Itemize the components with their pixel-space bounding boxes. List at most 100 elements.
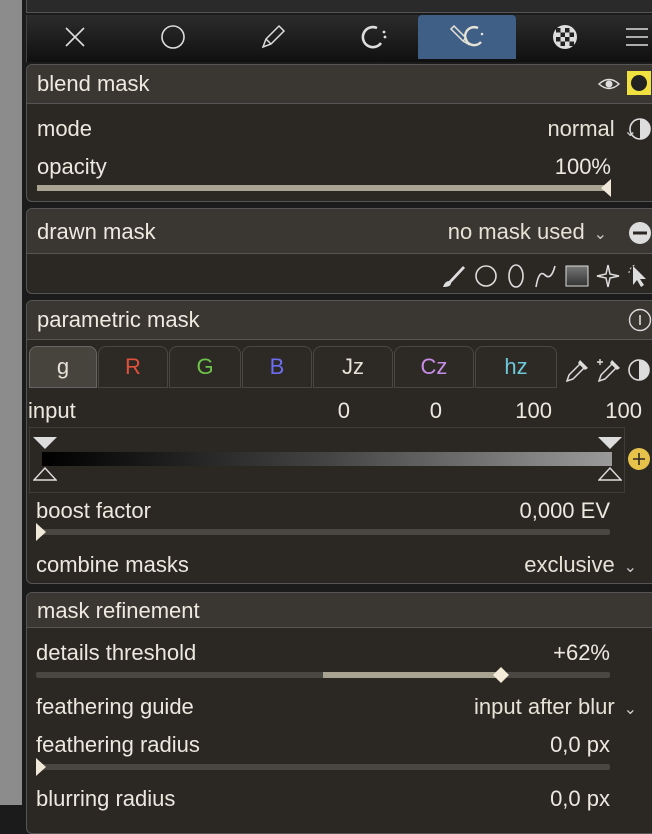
- channel-tab-hz[interactable]: hz: [475, 346, 557, 388]
- channel-tab-b[interactable]: B: [242, 346, 312, 388]
- display-mask-toggle[interactable]: [627, 71, 651, 95]
- channel-label: hz: [504, 354, 528, 379]
- channel-label: Jz: [342, 354, 364, 379]
- mask-circle-icon: [631, 75, 647, 91]
- feathering-radius-handle[interactable]: [36, 758, 46, 776]
- input-value-1: 0: [337, 398, 350, 423]
- blurring-radius-value: 0,0 px: [550, 786, 610, 811]
- range-bottom-left-marker[interactable]: [33, 467, 57, 481]
- menu-icon: [626, 28, 648, 46]
- channel-tab-g[interactable]: g: [29, 346, 97, 388]
- opacity-slider-fill: [37, 185, 611, 191]
- drawn-mask-value: no mask used: [447, 219, 585, 244]
- opacity-label: opacity: [37, 154, 107, 179]
- boost-factor-label: boost factor: [36, 498, 151, 523]
- chevron-down-icon: ⌄: [619, 559, 637, 576]
- channel-label: B: [269, 354, 285, 379]
- channel-label: R: [125, 354, 141, 379]
- tab-off[interactable]: [57, 15, 93, 59]
- tab-uniform[interactable]: [153, 15, 193, 59]
- tab-drawn[interactable]: [253, 15, 293, 59]
- details-threshold-value: +62%: [553, 640, 610, 665]
- tab-menu[interactable]: [624, 15, 650, 59]
- mask-refinement-header[interactable]: mask refinement: [27, 593, 652, 628]
- path-shape-icon[interactable]: [533, 263, 559, 289]
- range-top-left-marker[interactable]: [33, 437, 57, 451]
- channel-tab-cz[interactable]: Cz: [394, 346, 474, 388]
- drawn-mask-dropdown[interactable]: no mask used ⌄: [407, 219, 607, 245]
- brush-icon[interactable]: [441, 263, 467, 289]
- shape-toolbar: [441, 263, 652, 289]
- tab-raster[interactable]: [351, 15, 395, 59]
- top-panel-edge: [26, 0, 652, 13]
- boost-factor-value: 0,000 EV: [519, 498, 610, 523]
- chevron-down-icon: ⌄: [619, 701, 637, 718]
- ellipse-shape-icon[interactable]: [505, 263, 527, 289]
- channel-tab-r[interactable]: R: [98, 346, 168, 388]
- mode-dropdown[interactable]: normal ⌄: [497, 116, 637, 142]
- mode-label: mode: [37, 116, 93, 141]
- luminance-gradient: [42, 452, 612, 466]
- feathering-radius-value: 0,0 px: [550, 732, 610, 757]
- mask-type-toolbar: [26, 15, 652, 62]
- channel-tab-g-green[interactable]: G: [169, 346, 241, 388]
- section-title: parametric mask: [37, 307, 200, 332]
- contrast-icon[interactable]: [628, 117, 652, 141]
- channel-label: G: [196, 354, 214, 379]
- minus-circle-icon[interactable]: [628, 221, 652, 245]
- details-threshold-slider[interactable]: [36, 672, 610, 678]
- chevron-down-icon: ⌄: [589, 226, 607, 243]
- channel-tab-jz[interactable]: Jz: [313, 346, 393, 388]
- combine-masks-value: exclusive: [524, 552, 615, 577]
- boost-factor-slider-handle[interactable]: [36, 523, 46, 541]
- input-value-3: 100: [515, 398, 552, 423]
- mode-value: normal: [547, 116, 615, 141]
- boost-factor-slider[interactable]: [36, 529, 610, 535]
- opacity-slider-handle[interactable]: [601, 179, 611, 197]
- range-top-right-marker[interactable]: [598, 437, 622, 451]
- input-label: input: [28, 398, 76, 423]
- left-edge-strip: [0, 0, 22, 805]
- gradient-shape-icon[interactable]: [565, 265, 589, 287]
- section-title: mask refinement: [37, 598, 200, 623]
- opacity-slider[interactable]: [37, 185, 611, 191]
- channel-label: g: [56, 354, 70, 379]
- blend-mask-header[interactable]: blend mask: [27, 65, 652, 104]
- details-threshold-label: details threshold: [36, 640, 197, 665]
- drawn-mask-section: drawn mask no mask used ⌄: [26, 208, 652, 294]
- tab-raster-mask[interactable]: [549, 15, 581, 59]
- drawn-parametric-icon: [449, 24, 484, 47]
- feathering-radius-slider[interactable]: [36, 764, 610, 770]
- star-shape-icon[interactable]: [595, 263, 621, 289]
- tab-drawn-parametric[interactable]: [418, 15, 516, 59]
- input-range-slider[interactable]: [29, 427, 625, 493]
- channel-label: Cz: [420, 354, 448, 379]
- circle-shape-icon[interactable]: [473, 263, 499, 289]
- raster-icon: [361, 25, 387, 49]
- drawn-mask-header[interactable]: drawn mask no mask used ⌄: [27, 209, 652, 254]
- input-value-2: 0: [429, 398, 442, 423]
- color-picker-icon[interactable]: [563, 356, 591, 384]
- invert-polarity-icon[interactable]: [627, 358, 651, 382]
- feathering-guide-value: input after blur: [474, 694, 615, 719]
- blend-mask-section: blend mask mode normal ⌄ opacity 100%: [26, 64, 652, 202]
- info-icon[interactable]: [628, 308, 652, 332]
- section-title: blend mask: [37, 71, 150, 96]
- feathering-guide-label: feathering guide: [36, 694, 194, 719]
- close-icon: [65, 27, 85, 47]
- input-value-4: 100: [605, 398, 642, 423]
- eye-icon[interactable]: [597, 74, 621, 94]
- blurring-radius-label: blurring radius: [36, 786, 176, 811]
- pencil-icon: [261, 24, 286, 49]
- range-bottom-right-marker[interactable]: [598, 467, 622, 481]
- feathering-guide-dropdown[interactable]: input after blur ⌄: [400, 694, 637, 720]
- details-threshold-fill: [323, 672, 501, 678]
- details-threshold-handle[interactable]: [492, 666, 510, 684]
- color-picker-area-icon[interactable]: [595, 356, 625, 384]
- parametric-mask-header[interactable]: parametric mask: [27, 301, 652, 340]
- plus-icon[interactable]: [627, 447, 651, 471]
- pointer-icon[interactable]: [625, 263, 651, 289]
- section-title: drawn mask: [37, 219, 156, 244]
- combine-masks-dropdown[interactable]: exclusive ⌄: [430, 552, 637, 578]
- combine-masks-label: combine masks: [36, 552, 189, 577]
